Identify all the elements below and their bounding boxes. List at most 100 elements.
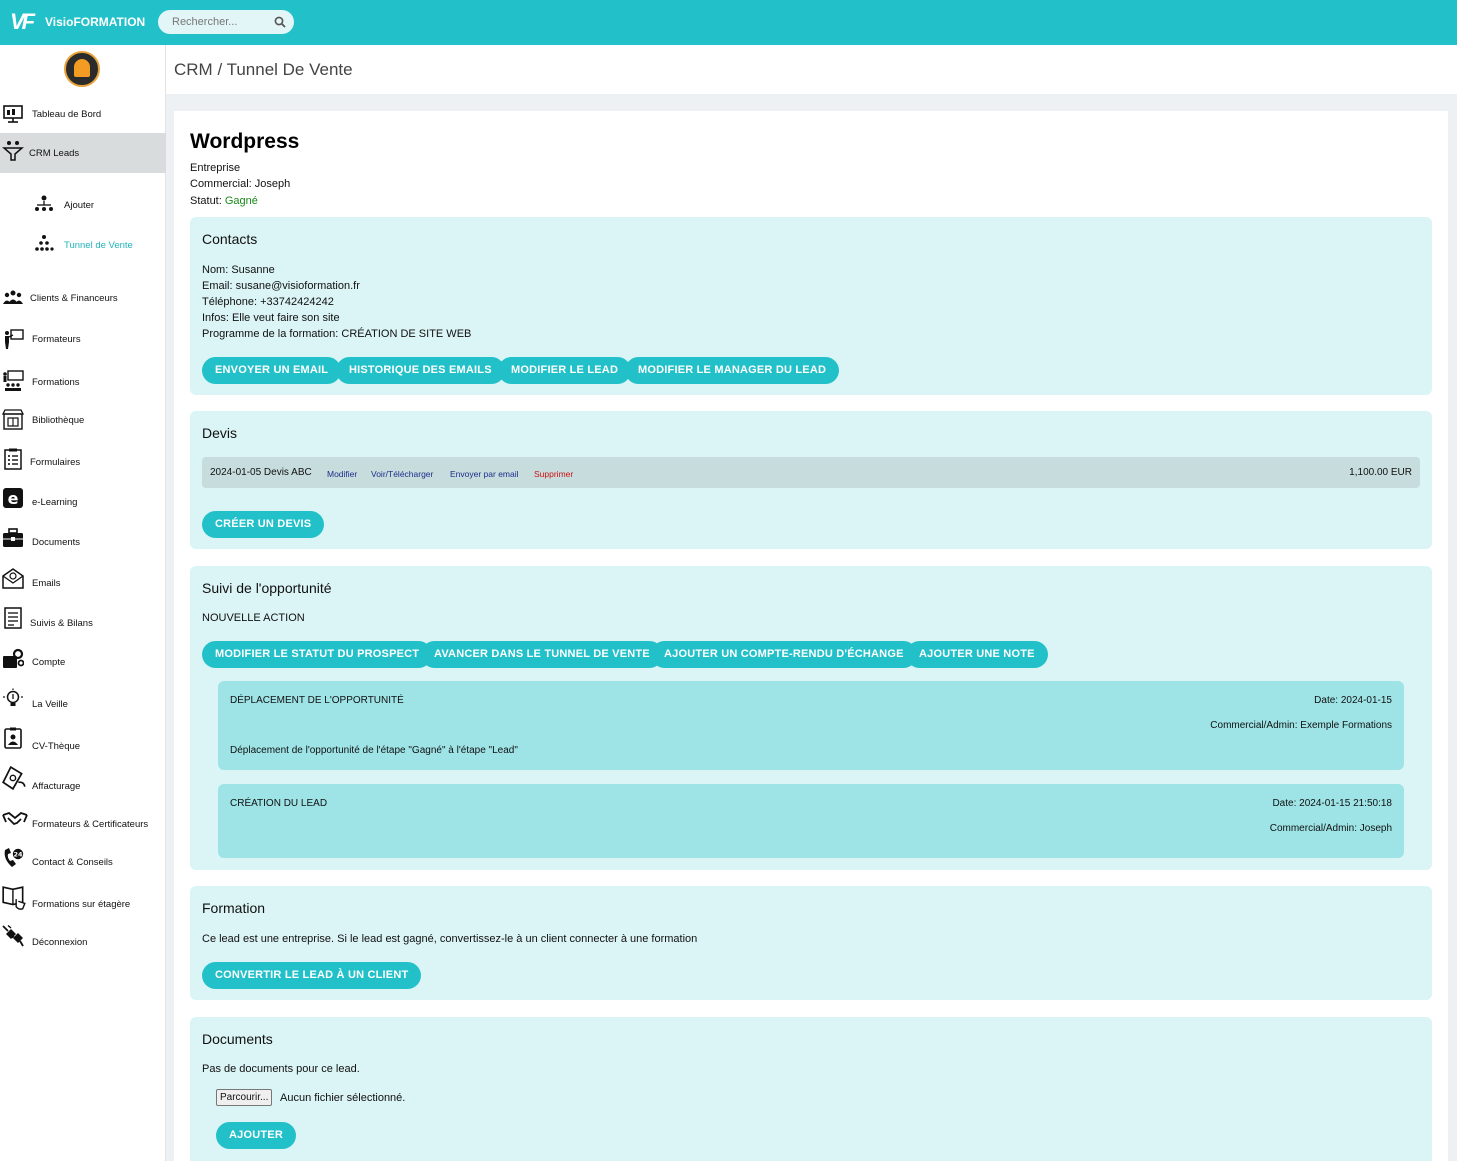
envelope-icon (2, 568, 24, 589)
org-chart-icon (35, 195, 53, 211)
event-author: Commercial/Admin: Joseph (1269, 823, 1392, 834)
event-author: Commercial/Admin: Exemple Formations (1210, 720, 1392, 731)
email-history-button[interactable]: HISTORIQUE DES EMAILS (336, 357, 505, 384)
contacts-panel: Contacts Nom: Susanne Email: susane@visi… (190, 217, 1432, 395)
sidebar-item-documents[interactable]: Documents (0, 527, 166, 551)
documents-title: Documents (202, 1031, 273, 1047)
sidebar-item-contact-conseils[interactable]: 24 Contact & Conseils (0, 847, 166, 871)
formation-panel: Formation Ce lead est une entreprise. Si… (190, 886, 1432, 1000)
page-header: CRM / Tunnel De Vente (166, 45, 1457, 94)
sidebar-item-crm-leads[interactable]: CRM Leads (0, 133, 166, 173)
sidebar-item-label: Formateurs & Certificateurs (32, 819, 149, 830)
sidebar-item-formations[interactable]: Formations (0, 370, 166, 392)
dashboard-icon (3, 105, 23, 123)
devis-send-link[interactable]: Envoyer par email (450, 469, 519, 479)
sidebar-item-compte[interactable]: Compte (0, 648, 166, 672)
id-badge-icon (4, 727, 22, 749)
main-content: Wordpress Entreprise Commercial: Joseph … (174, 111, 1448, 1161)
sidebar-item-label: Déconnexion (32, 937, 88, 948)
sidebar-item-label: Suivis & Bilans (30, 618, 93, 629)
event-title: DÉPLACEMENT DE L'OPPORTUNITÉ (230, 695, 404, 706)
funnel-people-icon (2, 141, 24, 161)
lightbulb-icon (3, 688, 23, 706)
sidebar-subitem-label: Ajouter (64, 200, 95, 211)
lead-title: Wordpress (190, 130, 300, 153)
clipboard-list-icon (4, 448, 22, 470)
phone-24-icon: 24 (4, 848, 24, 867)
devis-view-link[interactable]: Voir/Télécharger (371, 469, 433, 479)
add-document-button[interactable]: AJOUTER (216, 1122, 296, 1149)
sidebar-item-deconnexion[interactable]: Déconnexion (0, 925, 166, 951)
sidebar-item-label: Formations sur étagère (32, 899, 131, 910)
edit-prospect-status-button[interactable]: MODIFIER LE STATUT DU PROSPECT (202, 641, 433, 668)
logo-text: VisioFORMATION (45, 15, 146, 29)
sidebar-item-label: Formations (32, 377, 80, 388)
sidebar-item-label: Formulaires (30, 457, 81, 468)
contact-email: Email: susane@visioformation.fr (202, 280, 360, 292)
sidebar-item-emails[interactable]: Emails (0, 567, 166, 593)
sidebar: Tableau de Bord CRM Leads Ajouter Tunnel… (0, 45, 166, 1161)
create-devis-button[interactable]: CRÉER UN DEVIS (202, 511, 325, 538)
people-group-icon (3, 290, 23, 304)
devis-row: 2024-01-05 Devis ABC Modifier Voir/Téléc… (202, 457, 1420, 488)
sidebar-item-formateurs[interactable]: Formateurs (0, 328, 166, 350)
briefcase-icon (3, 528, 23, 547)
convert-lead-button[interactable]: CONVERTIR LE LEAD À UN CLIENT (202, 962, 422, 989)
sidebar-item-suivis-bilans[interactable]: Suivis & Bilans (0, 607, 166, 633)
search-input[interactable] (172, 13, 272, 31)
timeline-event: CRÉATION DU LEAD Date: 2024-01-15 21:50:… (218, 784, 1404, 858)
browse-file-button[interactable]: Parcourir... (216, 1089, 273, 1106)
sidebar-item-label: CRM Leads (29, 148, 80, 159)
add-report-button[interactable]: AJOUTER UN COMPTE-RENDU D'ÉCHANGE (651, 641, 917, 668)
timeline-event: DÉPLACEMENT DE L'OPPORTUNITÉ Date: 2024-… (218, 681, 1404, 770)
sidebar-subitem-tunnel-de-vente[interactable]: Tunnel de Vente (0, 234, 166, 256)
documents-empty-text: Pas de documents pour ce lead. (202, 1063, 360, 1075)
sidebar-item-formations-sur-etagere[interactable]: Formations sur étagère (0, 885, 166, 915)
sidebar-item-affacturage[interactable]: Affacturage (0, 765, 166, 795)
sidebar-item-formulaires[interactable]: Formulaires (0, 446, 166, 472)
formation-text: Ce lead est une entreprise. Si le lead e… (202, 933, 698, 945)
sidebar-item-clients-financeurs[interactable]: Clients & Financeurs (0, 287, 166, 309)
lead-commercial: Commercial: Joseph (190, 178, 291, 190)
devis-panel: Devis 2024-01-05 Devis ABC Modifier Voir… (190, 411, 1432, 549)
devis-title: Devis (202, 425, 238, 441)
contact-phone: Téléphone: +33742424242 (202, 296, 334, 308)
svg-text:e: e (8, 489, 19, 508)
add-note-button[interactable]: AJOUTER UNE NOTE (906, 641, 1048, 668)
sidebar-item-label: Formateurs (32, 334, 81, 345)
sidebar-item-e-learning[interactable]: e e-Learning (0, 487, 166, 511)
event-date: Date: 2024-01-15 21:50:18 (1272, 798, 1392, 809)
sidebar-item-la-veille[interactable]: La Veille (0, 688, 166, 714)
devis-delete-link[interactable]: Supprimer (534, 469, 573, 479)
send-email-button[interactable]: ENVOYER UN EMAIL (202, 357, 342, 384)
classroom-icon (3, 370, 24, 391)
sidebar-item-label: Compte (32, 657, 66, 668)
plug-icon (2, 925, 24, 947)
search-box (158, 10, 294, 34)
sidebar-item-bibliotheque[interactable]: Bibliothèque (0, 409, 166, 431)
avatar[interactable] (64, 51, 100, 87)
sidebar-item-formateurs-certificateurs[interactable]: Formateurs & Certificateurs (0, 809, 166, 831)
sidebar-item-tableau-de-bord[interactable]: Tableau de Bord (0, 103, 166, 125)
app-logo[interactable]: VF VisioFORMATION (10, 9, 145, 35)
formation-title: Formation (202, 900, 266, 916)
edit-lead-manager-button[interactable]: MODIFIER LE MANAGER DU LEAD (625, 357, 840, 384)
book-hand-icon (2, 886, 26, 910)
sidebar-item-label: Emails (32, 578, 61, 589)
sidebar-item-cv-theque[interactable]: CV-Thèque (0, 727, 166, 755)
suivi-title: Suivi de l'opportunité (202, 580, 332, 596)
advance-funnel-button[interactable]: AVANCER DANS LE TUNNEL DE VENTE (421, 641, 663, 668)
report-icon (4, 607, 22, 629)
trainer-board-icon (5, 329, 24, 349)
lead-type: Entreprise (190, 162, 241, 174)
elearning-icon: e (3, 488, 23, 508)
search-icon[interactable] (274, 16, 286, 28)
sidebar-item-label: Documents (32, 537, 81, 548)
contacts-title: Contacts (202, 231, 258, 247)
suivi-panel: Suivi de l'opportunité NOUVELLE ACTION M… (190, 566, 1432, 870)
devis-edit-link[interactable]: Modifier (327, 469, 357, 479)
edit-lead-button[interactable]: MODIFIER LE LEAD (498, 357, 632, 384)
new-action-label: NOUVELLE ACTION (202, 612, 305, 624)
sidebar-item-label: CV-Thèque (32, 741, 81, 752)
sidebar-subitem-ajouter[interactable]: Ajouter (0, 194, 166, 216)
